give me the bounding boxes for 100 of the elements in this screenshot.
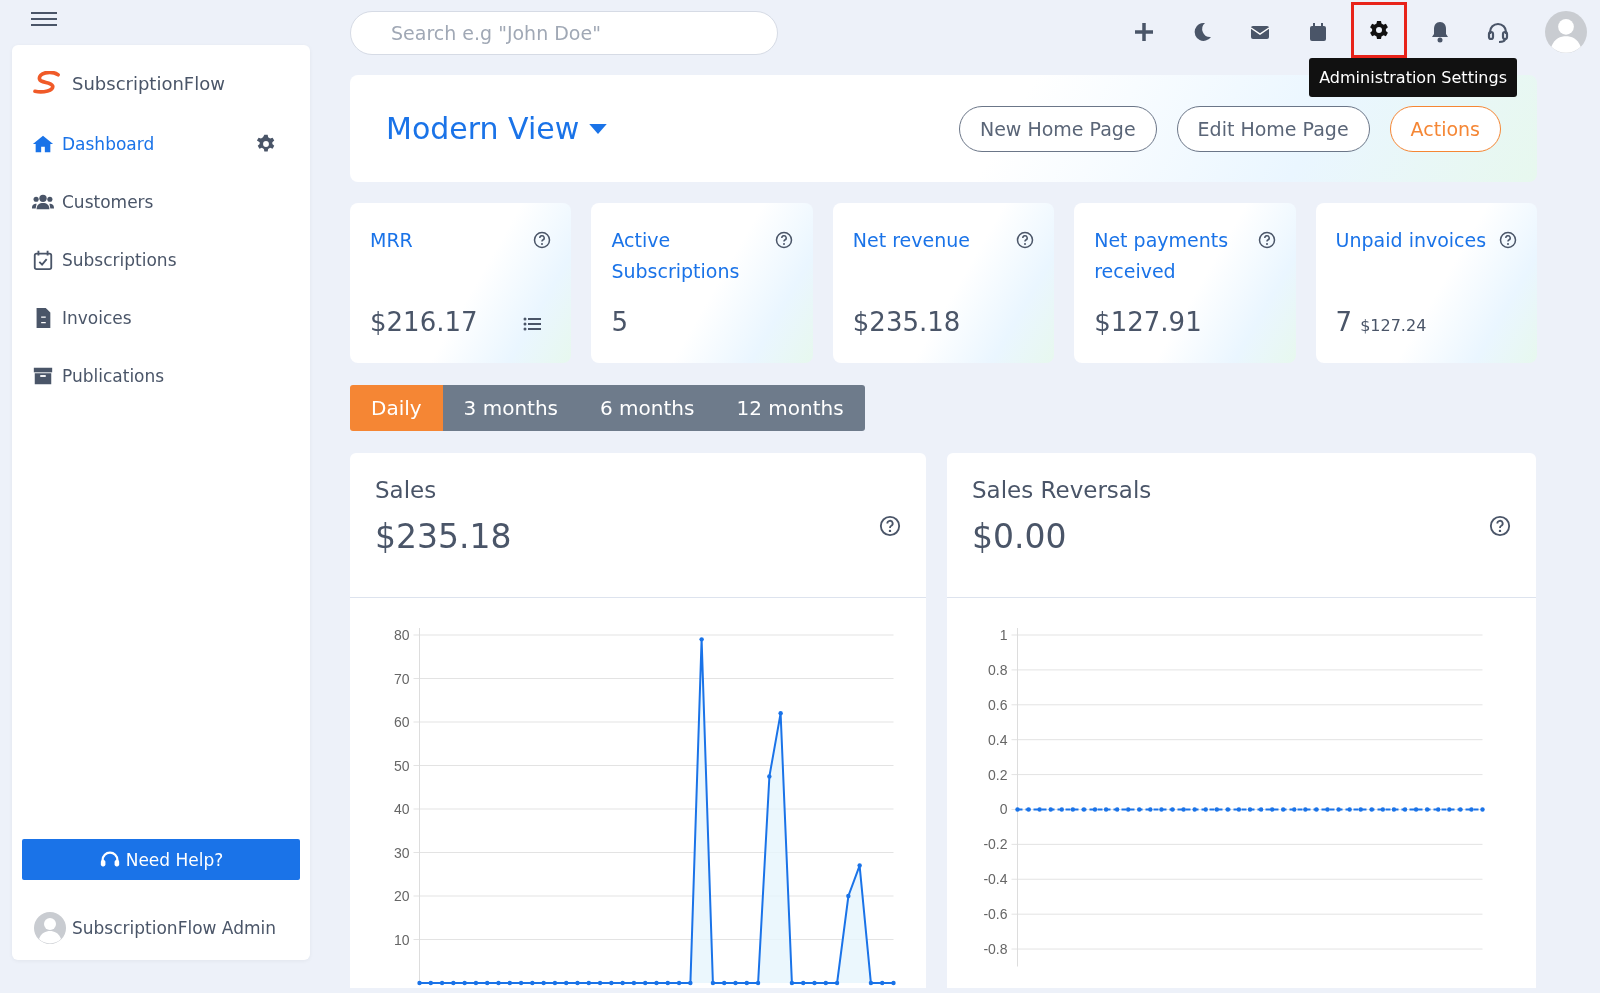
chart-total: $0.00: [972, 517, 1068, 556]
help-icon[interactable]: [774, 231, 793, 249]
data-point: [1469, 807, 1474, 812]
data-point: [891, 980, 896, 986]
data-point: [1015, 807, 1020, 812]
data-point: [801, 980, 806, 986]
data-point: [609, 980, 614, 986]
data-point: [1114, 807, 1120, 812]
axis-tick-label: -0.8: [983, 941, 1008, 958]
period-tab[interactable]: 3 months: [442, 385, 580, 431]
chart-title: Sales: [375, 477, 438, 503]
data-point: [778, 711, 783, 716]
axis-tick-label: 60: [393, 714, 410, 730]
period-tab[interactable]: Daily: [350, 385, 443, 431]
data-point: [744, 980, 749, 986]
menu-icon[interactable]: [30, 11, 58, 27]
header-button[interactable]: Edit Home Page: [1176, 105, 1370, 152]
data-point: [597, 980, 603, 986]
search-field[interactable]: Search e.g "John Doe": [350, 11, 778, 55]
headset-icon: [1486, 20, 1510, 44]
data-point: [1126, 807, 1131, 812]
axis-tick-label: 50: [393, 757, 410, 774]
data-point: [1026, 807, 1031, 812]
view-dropdown[interactable]: Modern View: [386, 111, 608, 146]
data-point: [1369, 807, 1374, 812]
help-icon[interactable]: [1257, 231, 1276, 249]
need-help-button[interactable]: Need Help?: [22, 839, 300, 880]
sidebar-item[interactable]: Customers: [32, 191, 154, 213]
data-point: [688, 980, 693, 986]
home-icon: [32, 133, 54, 155]
data-point: [1314, 807, 1319, 812]
data-point: [812, 980, 817, 986]
data-point: [428, 980, 433, 986]
data-point: [1347, 807, 1352, 812]
header-button[interactable]: Actions: [1389, 105, 1501, 152]
data-point: [1070, 807, 1076, 812]
data-point: [485, 980, 490, 986]
help-icon[interactable]: [1489, 515, 1511, 537]
axis-tick-label: 80: [393, 627, 410, 643]
data-point: [1048, 807, 1053, 812]
data-point: [1225, 807, 1231, 812]
period-tab[interactable]: 6 months: [579, 385, 716, 431]
data-point: [1336, 807, 1341, 812]
data-point: [880, 980, 885, 986]
help-icon[interactable]: [1016, 231, 1035, 249]
sidebar-item[interactable]: Publications: [32, 365, 165, 387]
axis-tick-label: 20: [393, 888, 410, 904]
axis-tick-label: 70: [393, 670, 410, 687]
data-point: [1358, 807, 1363, 812]
period-tab[interactable]: 12 months: [715, 385, 865, 431]
data-point: [1281, 807, 1286, 812]
help-icon[interactable]: [1499, 231, 1517, 249]
axis-tick-label: 0.6: [988, 696, 1008, 713]
settings-icon: [1367, 18, 1391, 42]
data-point: [1391, 807, 1397, 812]
stat-title: Unpaid invoices: [1335, 228, 1487, 253]
data-point: [1303, 807, 1308, 812]
data-point: [620, 980, 625, 986]
axis-tick-label: 10: [393, 931, 410, 948]
sidebar-item[interactable]: Dashboard: [32, 133, 155, 155]
data-point: [1325, 807, 1330, 812]
data-point: [823, 980, 828, 986]
stat-title: MRR: [370, 228, 413, 253]
logo-icon: [32, 71, 62, 95]
header-button[interactable]: New Home Page: [958, 105, 1157, 152]
stat-subvalue: $127.24: [1360, 316, 1427, 335]
axis-tick-label: 0.4: [988, 731, 1008, 748]
settings-icon[interactable]: [256, 134, 276, 154]
data-point: [789, 980, 795, 986]
data-point: [1103, 807, 1109, 812]
plus-icon: [1132, 20, 1156, 44]
list-icon[interactable]: [523, 317, 542, 331]
data-point: [1203, 807, 1208, 812]
data-point: [857, 863, 862, 868]
data-point: [868, 980, 874, 986]
data-point: [733, 980, 738, 986]
data-point: [586, 980, 591, 986]
stat-value: $216.17: [370, 307, 478, 337]
tooltip: Administration Settings: [1309, 58, 1517, 97]
help-icon[interactable]: [533, 231, 552, 249]
data-point: [710, 980, 716, 986]
data-point: [1148, 807, 1153, 812]
data-point: [767, 774, 772, 779]
axis-tick-label: 1: [999, 627, 1008, 643]
data-point: [1059, 807, 1064, 812]
avatar-icon: [34, 912, 66, 944]
data-point: [1413, 807, 1419, 812]
axis-tick-label: -0.4: [983, 871, 1008, 888]
data-point: [552, 980, 558, 986]
toolbar-button[interactable]: [1351, 2, 1407, 58]
data-point: [643, 980, 648, 986]
axis-tick-label: 30: [393, 844, 410, 861]
stat-title: Active Subscriptions: [611, 228, 741, 284]
data-point: [1447, 807, 1452, 812]
sidebar-item[interactable]: Subscriptions: [32, 249, 177, 271]
data-point: [654, 980, 659, 986]
sidebar-item[interactable]: Invoices: [32, 307, 132, 329]
help-icon[interactable]: [879, 515, 901, 537]
chart-total: $235.18: [375, 517, 512, 556]
user-name: SubscriptionFlow Admin: [72, 918, 277, 938]
